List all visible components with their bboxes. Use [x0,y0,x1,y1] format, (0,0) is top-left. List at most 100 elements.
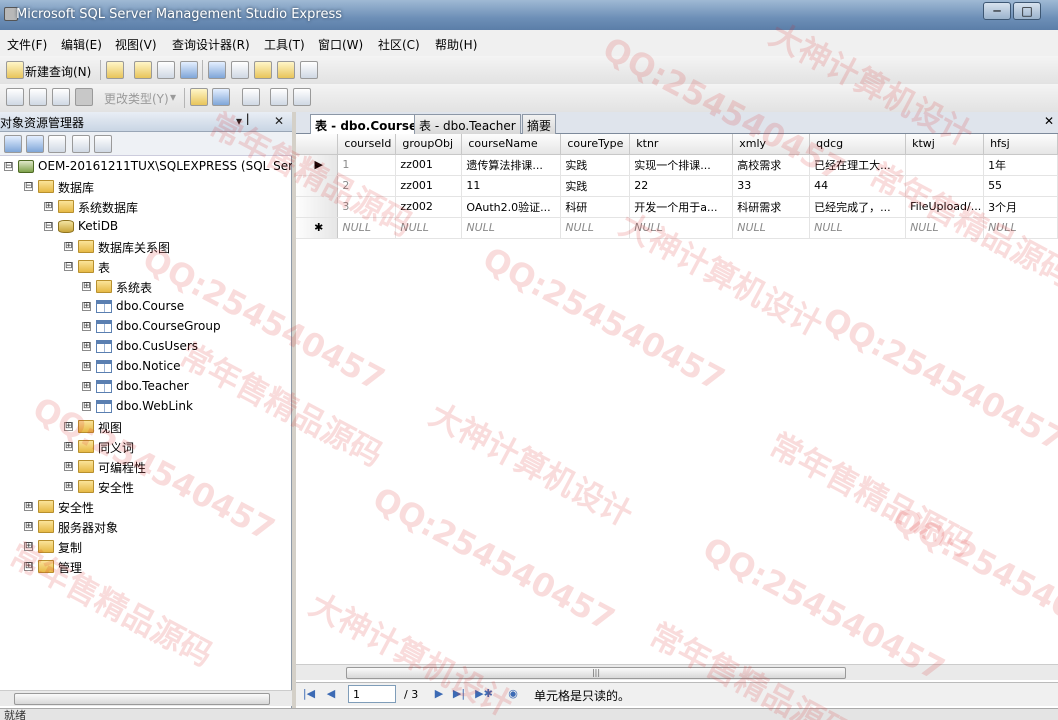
expand-icon[interactable]: ⊞ [82,362,91,371]
table-cell[interactable]: 1 [337,154,397,176]
grid-horizontal-scrollbar[interactable]: ||| [296,664,1058,680]
expand-icon[interactable]: ⊞ [64,422,73,431]
add-table-icon[interactable] [270,88,288,106]
column-header[interactable]: courseName [461,134,562,155]
table-cell[interactable]: NULL [983,217,1058,239]
table-cell[interactable]: 55 [983,175,1058,197]
table-cell[interactable]: 2 [337,175,397,197]
tree-node-label[interactable]: 系统表 [116,279,152,296]
table-cell[interactable]: NULL [337,217,397,239]
tree-node-label[interactable]: 系统数据库 [78,199,138,216]
next-record-icon[interactable]: ▶ [432,687,446,701]
table-cell[interactable]: 实践 [560,154,631,176]
tab-summary[interactable]: 摘要 [522,114,557,134]
menu-query-designer[interactable]: 查询设计器(R) [172,36,250,53]
column-header[interactable]: groupObj [395,134,463,155]
column-header[interactable]: ktwj [905,134,985,155]
tree-node-label[interactable]: OEM-20161211TUX\SQLEXPRESS (SQL Serv [38,159,292,173]
show-diagram-icon[interactable] [6,88,24,106]
table-cell[interactable]: NULL [809,217,907,239]
verify-sql-icon[interactable] [212,88,230,106]
disconnect-icon[interactable] [26,135,44,153]
new-record-icon[interactable]: ▶✱ [474,687,494,701]
close-icon[interactable]: ✕ [274,114,284,128]
tree-node-label[interactable]: 可编程性 [98,459,146,476]
expand-icon[interactable]: ⊞ [82,282,91,291]
last-record-icon[interactable]: ▶| [452,687,466,701]
close-tab-icon[interactable]: ✕ [1044,114,1054,128]
row-selector[interactable]: ✱ [296,217,339,239]
expand-icon[interactable]: ⊞ [82,382,91,391]
tree-node-label[interactable]: dbo.CourseGroup [116,319,221,333]
tree-node-label[interactable]: 复制 [58,539,82,556]
tree-node-label[interactable]: dbo.Notice [116,359,181,373]
scrollbar-thumb[interactable]: ||| [346,667,846,679]
tree-horizontal-scrollbar[interactable] [0,690,292,706]
table-cell[interactable]: NULL [560,217,631,239]
table-row[interactable]: 3 zz002 OAuth2.0验证... 科研 开发一个用于a... 科研需求 已经完成了… [296,196,1058,218]
tree-node-label[interactable]: 安全性 [58,499,94,516]
table-cell[interactable]: 开发一个用于a... [629,196,734,218]
tree-node-label[interactable]: 同义词 [98,439,134,456]
tree-node-label[interactable]: KetiDB [78,219,118,233]
table-cell[interactable]: 已经在理工大... [809,154,907,176]
row-selector[interactable] [296,196,339,218]
expand-icon[interactable]: ⊞ [64,242,73,251]
menu-window[interactable]: 窗口(W) [318,36,363,53]
expand-icon[interactable]: ⊞ [82,402,91,411]
collapse-icon[interactable]: ⊟ [4,162,13,171]
execute-icon[interactable] [190,88,208,106]
tree-node-label[interactable]: 安全性 [98,479,134,496]
minimize-button[interactable]: ─ [983,2,1011,20]
expand-icon[interactable]: ⊞ [64,442,73,451]
table-cell[interactable]: 3 [337,196,397,218]
template-explorer-icon[interactable] [254,61,272,79]
row-selector[interactable]: ▶ [296,154,339,176]
tree-node-label[interactable]: 数据库 [58,179,94,196]
maximize-button[interactable]: □ [1013,2,1041,20]
scrollbar-thumb[interactable] [14,693,270,705]
table-cell[interactable]: 高校需求 [732,154,811,176]
new-file-icon[interactable] [106,61,124,79]
expand-icon[interactable]: ⊞ [24,562,33,571]
show-results-icon[interactable] [75,88,93,106]
tree-node-label[interactable]: dbo.Teacher [116,379,189,393]
column-header[interactable]: hfsj [983,134,1058,155]
new-query-icon[interactable] [6,61,24,79]
table-cell[interactable]: NULL [732,217,811,239]
table-cell[interactable]: NULL [629,217,734,239]
collapse-icon[interactable]: ⊟ [24,182,33,191]
table-cell[interactable] [905,175,985,197]
table-cell[interactable]: 科研需求 [732,196,811,218]
column-header[interactable]: courseId [337,134,397,155]
object-explorer-icon[interactable] [231,61,249,79]
menu-file[interactable]: 文件(F) [7,36,47,53]
chevron-down-icon[interactable]: ▾ [170,90,176,104]
table-cell[interactable]: FileUpload/... [905,196,985,218]
first-record-icon[interactable]: |◀ [302,687,316,701]
table-cell[interactable] [905,154,985,176]
column-header[interactable]: ktnr [629,134,734,155]
table-cell[interactable]: 遗传算法排课... [461,154,562,176]
registered-servers-icon[interactable] [208,61,226,79]
table-cell[interactable]: zz001 [395,154,463,176]
table-row[interactable]: ✱ NULL NULL NULL NULL NULL NULL NULL NULL NULL [296,217,1058,239]
tree-node-label[interactable]: 表 [98,259,110,276]
save-all-icon[interactable] [180,61,198,79]
tree-node-label[interactable]: 视图 [98,419,122,436]
tree-node-label[interactable]: dbo.WebLink [116,399,193,413]
expand-icon[interactable]: ⊞ [82,342,91,351]
table-cell[interactable]: 44 [809,175,907,197]
filter-icon[interactable] [94,135,112,153]
collapse-icon[interactable]: ⊟ [44,222,53,231]
change-type-button[interactable]: 更改类型(Y) [104,90,169,107]
add-new-derived-table-icon[interactable] [293,88,311,106]
menu-community[interactable]: 社区(C) [378,36,420,53]
show-criteria-icon[interactable] [29,88,47,106]
table-cell[interactable]: 22 [629,175,734,197]
open-folder-icon[interactable] [134,61,152,79]
group-by-icon[interactable] [242,88,260,106]
table-row[interactable]: ▶ 1 zz001 遗传算法排课... 实践 实现一个排课... 高校需求 已经在理工大...… [296,154,1058,176]
table-cell[interactable]: NULL [461,217,562,239]
table-cell[interactable]: 已经完成了，... [809,196,907,218]
